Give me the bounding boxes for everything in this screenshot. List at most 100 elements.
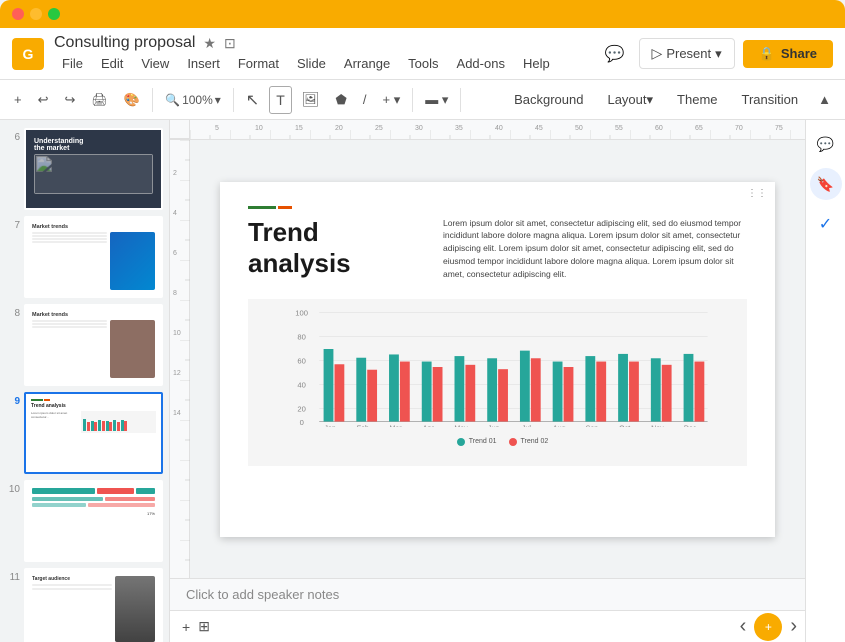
paint-format-button[interactable]: 🎨 — [118, 86, 146, 114]
slide-thumb-10[interactable]: 17% — [24, 480, 163, 562]
slide-thumb-8[interactable]: Market trends — [24, 304, 163, 386]
app-logo: G — [12, 38, 44, 70]
menu-addons[interactable]: Add-ons — [449, 54, 513, 73]
svg-text:Dec: Dec — [684, 424, 697, 427]
content-row: 2 4 6 8 10 12 14 ⋮⋮ — [170, 140, 805, 578]
slide-number-7: 7 — [6, 216, 20, 231]
shape-tool[interactable]: ⬟ — [330, 86, 353, 114]
svg-text:80: 80 — [297, 332, 305, 341]
bar-oct-s1 — [618, 353, 628, 421]
toolbar: + ↩ ↪ 🖨 🎨 🔍 100% ▾ ↖ T 🖼 ⬟ / + ▾ ▬ ▾ Bac… — [0, 80, 845, 120]
textbox-tool[interactable]: T — [269, 86, 292, 114]
svg-text:4: 4 — [173, 210, 177, 217]
slide-body-text[interactable]: Lorem ipsum dolor sit amet, consectetur … — [443, 217, 747, 281]
slide-canvas[interactable]: ⋮⋮ Trend analysis Lorem ipsum dolor sit … — [220, 182, 775, 537]
add-content-button[interactable]: + — [754, 613, 782, 641]
slide-thumb-7[interactable]: Market trends — [24, 216, 163, 298]
svg-text:60: 60 — [655, 125, 663, 132]
slide-item-6[interactable]: 6 Understandingthe market — [6, 128, 163, 210]
slide-item-11[interactable]: 11 Target audience — [6, 568, 163, 642]
grid-view-button[interactable]: ⊞ — [198, 618, 210, 635]
print-button[interactable]: 🖨 — [85, 86, 114, 114]
zoom-value: 🔍 — [165, 93, 180, 107]
select-tool[interactable]: ↖ — [240, 86, 265, 114]
svg-text:55: 55 — [615, 125, 623, 132]
comments-panel-button[interactable]: 💬 — [810, 128, 842, 160]
maximize-button[interactable] — [48, 8, 60, 20]
minimize-button[interactable] — [30, 8, 42, 20]
notes-placeholder[interactable]: Click to add speaker notes — [186, 587, 339, 602]
slide-item-7[interactable]: 7 Market trends — [6, 216, 163, 298]
slide-item-9[interactable]: 9 Trend analysis Lorem ipsum dolor sit a… — [6, 392, 163, 474]
slide-thumb-11[interactable]: Target audience — [24, 568, 163, 642]
document-title[interactable]: Consulting proposal — [54, 34, 195, 52]
slide-item-8[interactable]: 8 Market trends — [6, 304, 163, 386]
chart-area[interactable]: 100 80 60 40 20 0 — [248, 299, 747, 466]
legend-item-2: Trend 02 — [509, 438, 549, 446]
slide-right-col: Lorem ipsum dolor sit amet, consectetur … — [443, 217, 747, 281]
check-panel-button[interactable]: ✓ — [810, 208, 842, 240]
notes-area[interactable]: Click to add speaker notes — [170, 578, 805, 610]
slide-title[interactable]: Trend analysis — [248, 217, 423, 279]
slide-number-11: 11 — [6, 568, 20, 583]
drive-icon[interactable]: ⊡ — [224, 35, 236, 52]
svg-text:50: 50 — [575, 125, 583, 132]
theme-tab[interactable]: Theme — [667, 88, 727, 111]
bookmark-panel-button[interactable]: 🔖 — [810, 168, 842, 200]
more-options-icon[interactable]: ⋮⋮ — [747, 188, 767, 199]
transition-tab[interactable]: Transition — [732, 88, 809, 111]
slide6-title: Understandingthe market — [34, 138, 153, 152]
svg-text:0: 0 — [300, 417, 304, 426]
menu-format[interactable]: Format — [230, 54, 287, 73]
nav-next-button[interactable]: › — [790, 615, 797, 638]
line-tool[interactable]: / — [357, 86, 373, 114]
menu-edit[interactable]: Edit — [93, 54, 131, 73]
slide-thumb-6[interactable]: Understandingthe market — [24, 128, 163, 210]
collapse-toolbar-button[interactable]: ▲ — [812, 86, 837, 114]
layout-tab[interactable]: Layout▾ — [597, 88, 663, 112]
add-slide-button[interactable]: + — [8, 86, 28, 114]
slide-thumb-9[interactable]: Trend analysis Lorem ipsum dolor sit ame… — [24, 392, 163, 474]
menu-arrange[interactable]: Arrange — [336, 54, 398, 73]
nav-prev-button[interactable]: ‹ — [740, 615, 747, 638]
slide-left-col: Trend analysis — [248, 217, 423, 283]
star-icon[interactable]: ★ — [203, 35, 216, 52]
zoom-control[interactable]: 🔍 100% ▾ — [159, 86, 227, 114]
svg-text:Apr: Apr — [423, 424, 435, 427]
undo-button[interactable]: ↩ — [32, 86, 55, 114]
comments-icon[interactable]: 💬 — [599, 38, 631, 70]
slide-item-10[interactable]: 10 17% — [6, 480, 163, 562]
svg-text:12: 12 — [173, 370, 181, 377]
bar-jan-s1 — [324, 349, 334, 422]
svg-text:25: 25 — [375, 125, 383, 132]
shape-rect-tool[interactable]: ▬ ▾ — [419, 86, 454, 114]
svg-text:Feb: Feb — [357, 424, 369, 427]
menu-file[interactable]: File — [54, 54, 91, 73]
insert-button[interactable]: + ▾ — [376, 86, 406, 114]
menu-tools[interactable]: Tools — [400, 54, 446, 73]
redo-button[interactable]: ↪ — [59, 86, 82, 114]
svg-text:10: 10 — [173, 330, 181, 337]
close-button[interactable] — [12, 8, 24, 20]
background-tab[interactable]: Background — [504, 88, 593, 111]
legend-label-2: Trend 02 — [521, 438, 549, 445]
svg-text:15: 15 — [295, 125, 303, 132]
svg-text:30: 30 — [415, 125, 423, 132]
present-button[interactable]: ▷ Present ▾ — [639, 38, 735, 69]
ruler-top: 5 10 15 20 25 30 35 40 45 50 55 60 65 70… — [170, 120, 805, 140]
add-slide-bottom-button[interactable]: + — [182, 619, 190, 635]
svg-text:35: 35 — [455, 125, 463, 132]
app-title-row: Consulting proposal ★ ⊡ — [54, 34, 589, 52]
menu-insert[interactable]: Insert — [179, 54, 228, 73]
image-tool[interactable]: 🖼 — [296, 86, 326, 114]
svg-text:5: 5 — [215, 125, 219, 132]
menu-slide[interactable]: Slide — [289, 54, 334, 73]
bar-nov-s2 — [662, 364, 672, 421]
menu-help[interactable]: Help — [515, 54, 558, 73]
traffic-lights — [12, 8, 60, 20]
toolbar-sep-4 — [460, 88, 461, 112]
menu-view[interactable]: View — [133, 54, 177, 73]
zoom-percent: 100% — [182, 93, 213, 107]
share-button[interactable]: 🔒 Share — [743, 40, 833, 68]
slide-workspace[interactable]: ⋮⋮ Trend analysis Lorem ipsum dolor sit … — [190, 140, 805, 578]
